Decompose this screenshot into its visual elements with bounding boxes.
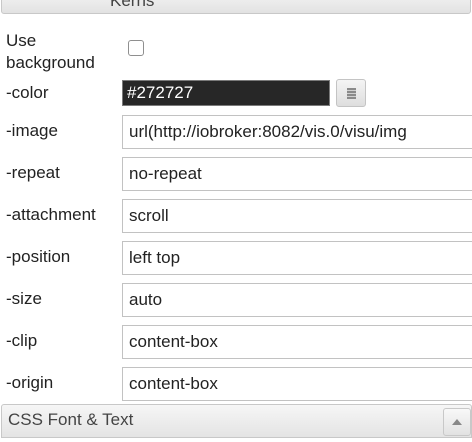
- color-picker-button[interactable]: [336, 79, 366, 107]
- clip-label: -clip: [6, 331, 38, 350]
- size-input[interactable]: auto: [122, 283, 472, 317]
- color-input[interactable]: #272727: [122, 80, 330, 106]
- use-background-checkbox[interactable]: [128, 40, 144, 56]
- triangle-up-icon: [452, 419, 462, 425]
- position-input[interactable]: left top: [122, 241, 472, 275]
- repeat-input[interactable]: no-repeat: [122, 157, 472, 191]
- section-title-previous: Kerns: [110, 0, 155, 10]
- section-title-css-font-text: CSS Font & Text: [8, 410, 134, 429]
- origin-input[interactable]: content-box: [122, 367, 472, 401]
- image-input[interactable]: url(http://iobroker:8082/vis.0/visu/img: [122, 115, 472, 149]
- position-label: -position: [6, 247, 71, 266]
- section-header-css-font-text[interactable]: CSS Font & Text: [1, 404, 472, 438]
- collapse-button[interactable]: [443, 408, 471, 436]
- image-label: -image: [6, 121, 58, 140]
- color-label: -color: [6, 83, 49, 102]
- attachment-input[interactable]: scroll: [122, 199, 472, 233]
- background-properties-panel: Kerns Use background -color #272727 -ima…: [0, 0, 472, 442]
- section-header-previous[interactable]: Kerns: [1, 0, 471, 14]
- use-background-label-line1: Use: [6, 31, 37, 50]
- origin-label: -origin: [6, 373, 54, 392]
- clip-input[interactable]: content-box: [122, 325, 472, 359]
- use-background-label-line2: background: [6, 53, 95, 72]
- size-label: -size: [6, 289, 42, 308]
- attachment-label: -attachment: [6, 205, 96, 224]
- repeat-label: -repeat: [6, 163, 60, 182]
- color-picker-icon: [347, 88, 356, 99]
